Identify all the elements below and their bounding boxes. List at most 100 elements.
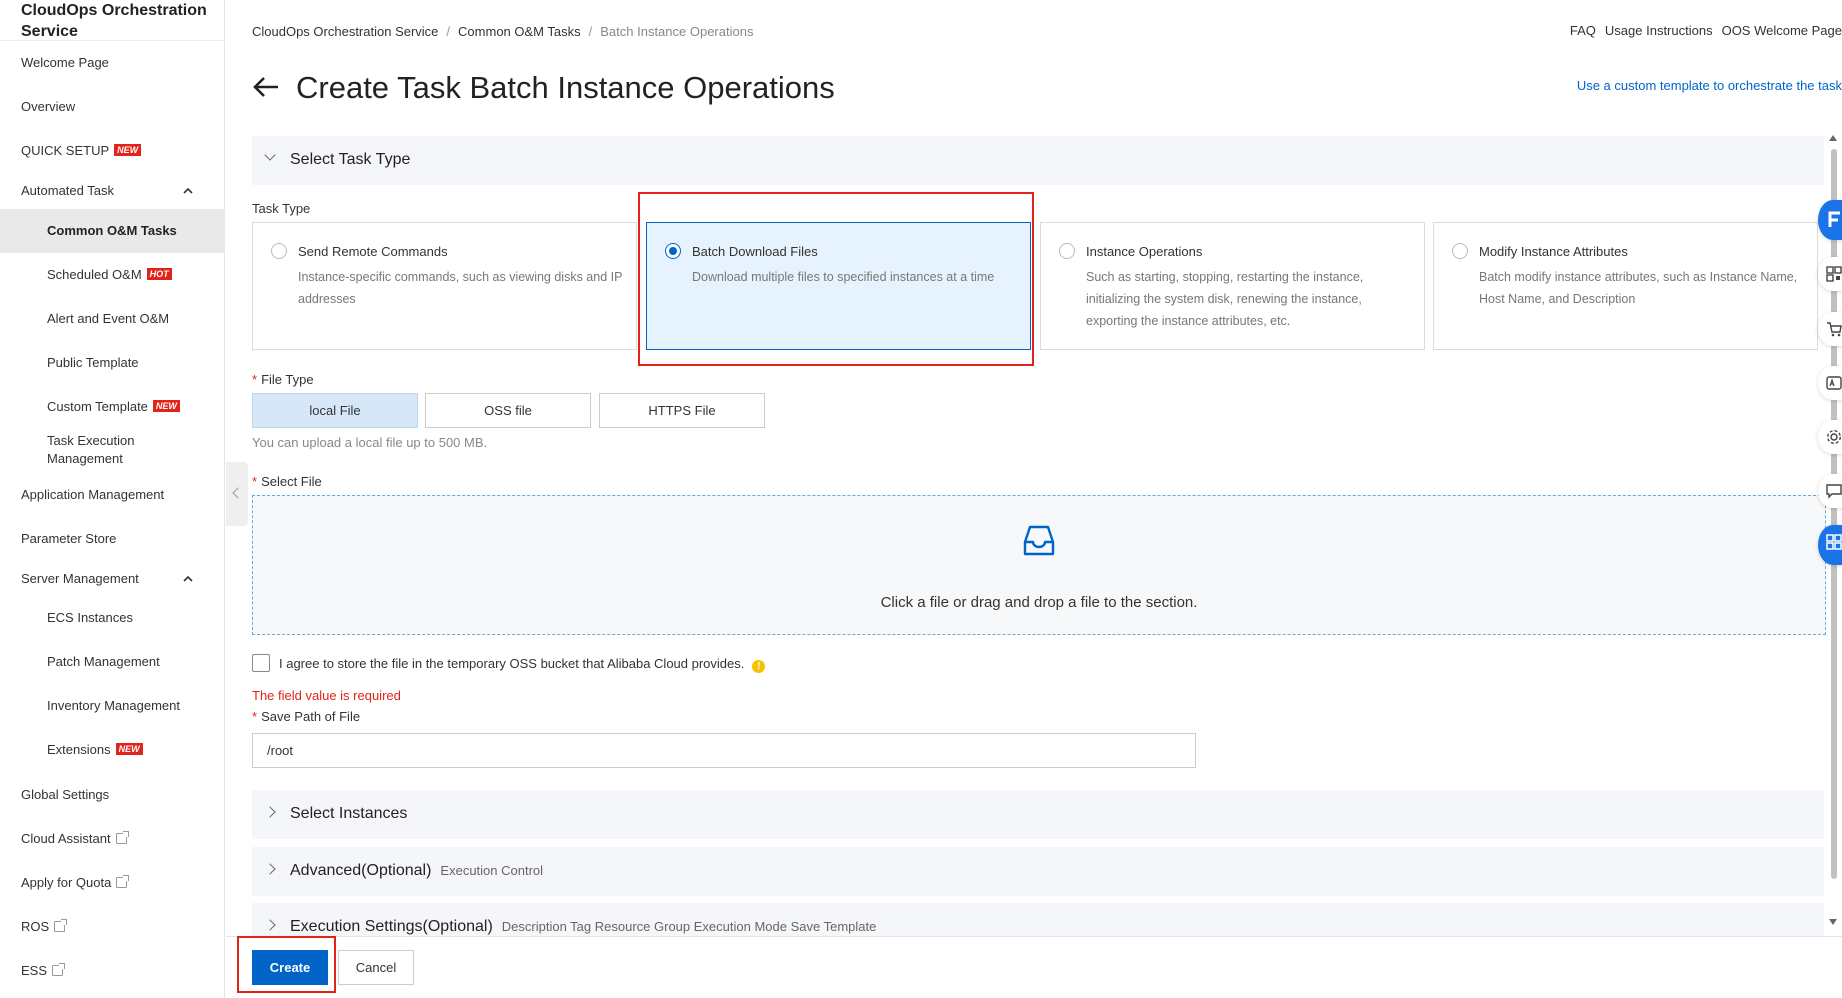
chat-icon[interactable] (1818, 474, 1842, 508)
select-file-label-text: Select File (261, 474, 322, 489)
highlight-box (237, 936, 336, 993)
sidebar-item-extensions[interactable]: Extensions NEW (47, 741, 143, 759)
breadcrumb-item[interactable]: Common O&M Tasks (458, 24, 581, 39)
sidebar-group-automated-task[interactable]: Automated Task (21, 182, 211, 200)
task-type-label: Task Type (252, 201, 311, 216)
breadcrumb-current: Batch Instance Operations (600, 24, 754, 39)
sidebar-item-label: Server Management (21, 571, 139, 586)
sidebar-title: CloudOps Orchestration Service (21, 2, 207, 40)
section-title-text: Execution Settings(Optional) (290, 918, 493, 935)
sidebar-item-label: Welcome Page (21, 55, 109, 70)
select-file-label: * Select File (252, 474, 322, 489)
hot-badge: HOT (146, 268, 172, 280)
radio-button[interactable] (1059, 243, 1075, 259)
scroll-down-icon[interactable] (1829, 919, 1837, 925)
inbox-icon (1023, 525, 1055, 556)
cancel-button[interactable]: Cancel (338, 950, 414, 985)
radio-button[interactable] (271, 243, 287, 259)
apps-icon[interactable] (1818, 525, 1842, 565)
sidebar-item-label: Public Template (47, 355, 139, 370)
radio-button[interactable] (1452, 243, 1468, 259)
settings-icon[interactable] (1818, 420, 1842, 454)
sidebar-item-quick-setup[interactable]: QUICK SETUP NEW (21, 142, 142, 160)
save-path-input[interactable] (252, 733, 1196, 768)
sidebar-item-parameter-store[interactable]: Parameter Store (21, 530, 116, 548)
header-links: FAQ Usage Instructions OOS Welcome Page (1561, 23, 1842, 38)
sidebar-item-apply-quota[interactable]: Apply for Quota (21, 874, 130, 892)
assistant-icon[interactable] (1818, 200, 1842, 240)
sidebar-item-global-settings[interactable]: Global Settings (21, 786, 109, 804)
sidebar-group-server-management[interactable]: Server Management (21, 570, 211, 588)
section-advanced[interactable]: Advanced(Optional) Execution Control (252, 847, 1824, 896)
sidebar-collapse-button[interactable] (226, 462, 248, 526)
new-badge: NEW (114, 144, 142, 156)
breadcrumb-separator: / (588, 24, 593, 39)
external-link-icon (52, 963, 66, 976)
oos-welcome-link[interactable]: OOS Welcome Page (1722, 23, 1842, 38)
section-title-text: Advanced(Optional) (290, 862, 432, 879)
breadcrumb: CloudOps Orchestration Service / Common O&… (252, 24, 753, 39)
card-title: Modify Instance Attributes (1479, 244, 1628, 259)
sidebar-item-cloud-assistant[interactable]: Cloud Assistant (21, 830, 129, 848)
sidebar-item-ess[interactable]: ESS (21, 962, 66, 980)
dropzone-text: Click a file or drag and drop a file to … (880, 594, 1198, 611)
file-type-local-button[interactable]: local File (252, 393, 418, 428)
sidebar-item-public-template[interactable]: Public Template (47, 354, 139, 372)
task-card-send-remote-commands[interactable]: Send Remote Commands Instance-specific c… (252, 222, 637, 350)
highlight-box (638, 192, 1034, 366)
info-icon[interactable]: ! (752, 660, 766, 673)
faq-link[interactable]: FAQ (1570, 23, 1596, 38)
sidebar-item-task-execution[interactable]: Task Execution Management (47, 432, 157, 468)
task-card-instance-operations[interactable]: Instance Operations Such as starting, st… (1040, 222, 1425, 350)
back-arrow-icon[interactable] (252, 76, 280, 98)
sidebar-item-ecs-instances[interactable]: ECS Instances (47, 609, 133, 627)
section-execution-settings[interactable]: Execution Settings(Optional) Description … (252, 903, 1824, 936)
agree-label: I agree to store the file in the tempora… (279, 656, 766, 673)
sidebar-item-overview[interactable]: Overview (21, 98, 75, 116)
section-select-instances[interactable]: Select Instances (252, 790, 1824, 839)
sidebar-item-ros[interactable]: ROS (21, 918, 68, 936)
file-type-hint: You can upload a local file up to 500 MB… (252, 435, 488, 450)
sidebar-item-label: Parameter Store (21, 531, 117, 546)
chevron-up-icon (183, 575, 193, 582)
chevron-right-icon (264, 919, 276, 931)
sidebar-item-alert-event-om[interactable]: Alert and Event O&M (47, 310, 169, 328)
sidebar-item-inventory-management[interactable]: Inventory Management (47, 697, 180, 715)
agree-checkbox[interactable] (252, 654, 270, 672)
section-hint: Execution Control (440, 863, 544, 878)
sidebar-item-label: Alert and Event O&M (47, 311, 170, 326)
new-badge: NEW (152, 400, 180, 412)
section-title: Advanced(Optional) Execution Control (290, 862, 543, 880)
usage-instructions-link[interactable]: Usage Instructions (1605, 23, 1713, 38)
scroll-up-icon[interactable] (1829, 135, 1837, 141)
breadcrumb-item[interactable]: CloudOps Orchestration Service (252, 24, 438, 39)
sidebar-item-label: Task Execution Management (47, 433, 135, 466)
file-dropzone[interactable]: Click a file or drag and drop a file to … (252, 495, 1826, 635)
sidebar-item-common-om-tasks[interactable]: Common O&M Tasks (0, 209, 225, 253)
section-select-task-type[interactable]: Select Task Type (252, 136, 1824, 185)
sidebar-item-label: Common O&M Tasks (47, 223, 177, 238)
file-type-oss-button[interactable]: OSS file (425, 393, 591, 428)
card-description: Instance-specific commands, such as view… (298, 270, 623, 306)
sidebar-item-scheduled-om[interactable]: Scheduled O&M HOT (47, 266, 172, 284)
external-link-icon (54, 919, 68, 932)
sidebar-item-label: QUICK SETUP (21, 143, 110, 158)
sidebar-item-label: Scheduled O&M (47, 267, 142, 282)
cart-icon[interactable] (1818, 312, 1842, 346)
file-type-https-button[interactable]: HTTPS File (599, 393, 765, 428)
custom-template-link[interactable]: Use a custom template to orchestrate the… (1577, 78, 1842, 93)
sidebar-item-welcome[interactable]: Welcome Page (21, 54, 109, 72)
section-hint: Description Tag Resource Group Execution… (501, 919, 877, 934)
sidebar-item-custom-template[interactable]: Custom Template NEW (47, 398, 180, 416)
agree-label-text: I agree to store the file in the tempora… (279, 656, 745, 671)
qr-code-icon[interactable] (1818, 257, 1842, 291)
task-card-modify-instance-attributes[interactable]: Modify Instance Attributes Batch modify … (1433, 222, 1818, 350)
section-title: Execution Settings(Optional) Description … (290, 918, 876, 936)
required-mark: * (252, 709, 258, 724)
sidebar-item-label: Inventory Management (47, 698, 180, 713)
chevron-down-icon (264, 149, 276, 161)
sidebar-item-label: Overview (21, 99, 76, 114)
api-icon[interactable] (1818, 366, 1842, 400)
sidebar-item-application-management[interactable]: Application Management (21, 486, 164, 504)
sidebar-item-patch-management[interactable]: Patch Management (47, 653, 160, 671)
